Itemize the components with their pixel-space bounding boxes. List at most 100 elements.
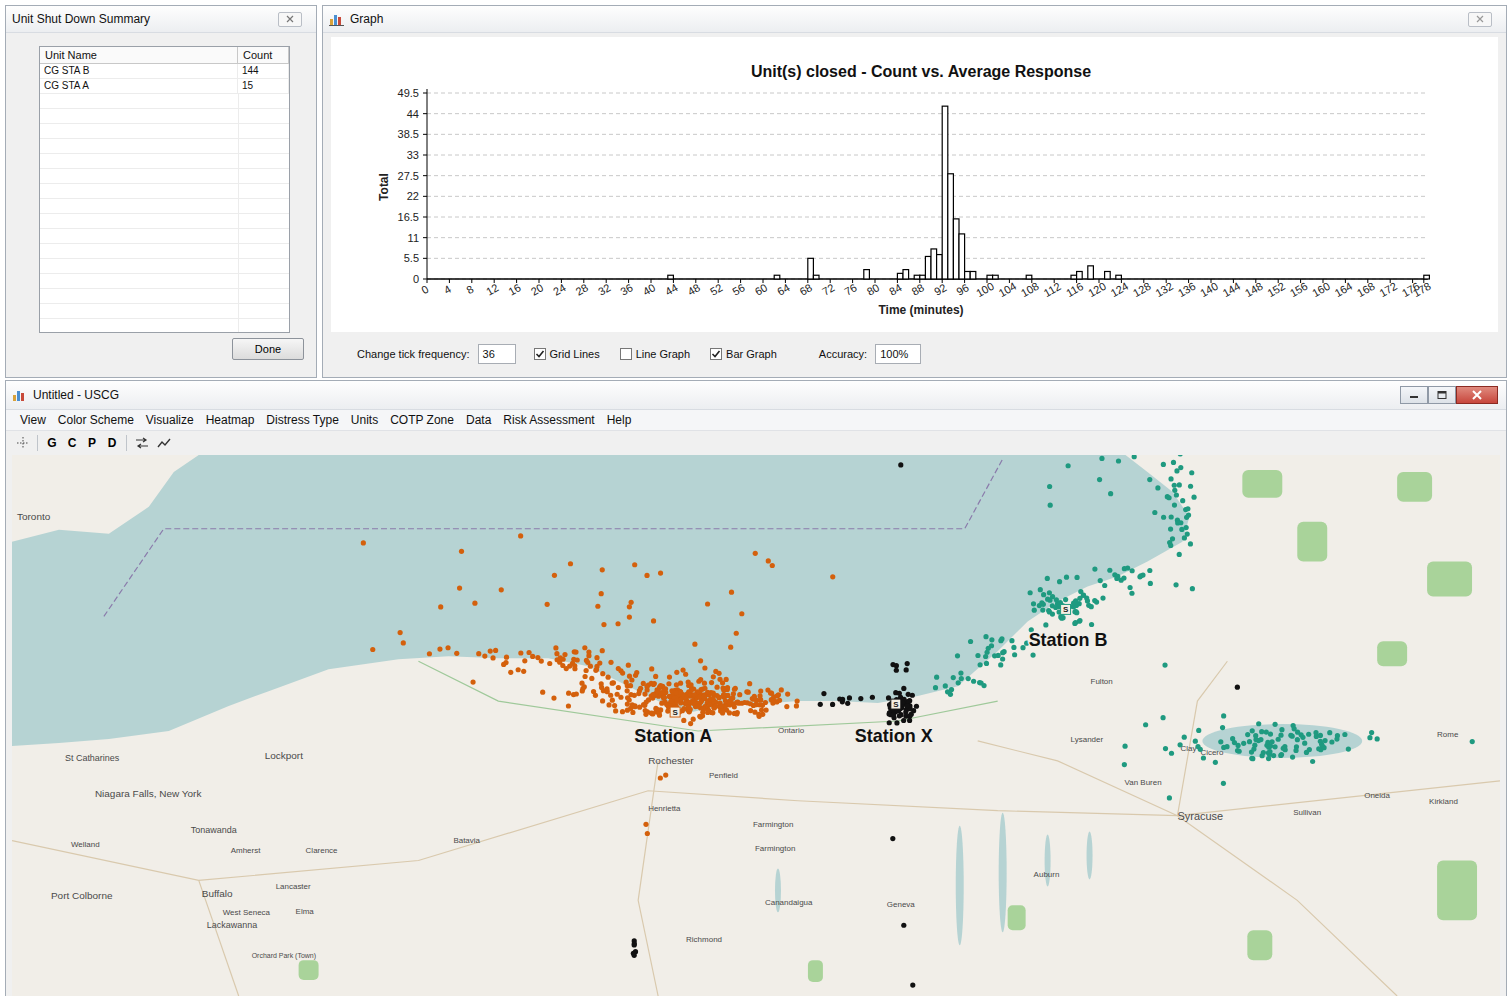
incident-dot[interactable] [1247,739,1252,744]
incident-dot[interactable] [630,710,635,715]
incident-dot[interactable] [1073,620,1078,625]
incident-dot[interactable] [649,666,654,671]
incident-dot[interactable] [999,636,1004,641]
incident-dot[interactable] [992,653,997,658]
incident-dot[interactable] [1081,593,1086,598]
incident-dot[interactable] [1367,735,1372,740]
bar[interactable] [931,249,937,279]
incident-dot[interactable] [983,634,988,639]
incident-dot[interactable] [1175,520,1180,525]
done-button[interactable]: Done [232,338,304,360]
incident-dot[interactable] [1148,581,1153,586]
incident-dot[interactable] [626,663,631,668]
toolbar-button[interactable]: G [43,434,61,452]
incident-dot[interactable] [845,701,850,706]
incident-dot[interactable] [1152,510,1157,515]
incident-dot[interactable] [1168,476,1173,481]
incident-dot[interactable] [1282,744,1287,749]
incident-dot[interactable] [897,691,902,696]
incident-dot[interactable] [1310,759,1315,764]
incident-dot[interactable] [370,647,375,652]
incident-dot[interactable] [1259,729,1264,734]
incident-dot[interactable] [501,662,506,667]
incident-dot[interactable] [582,684,587,689]
incident-dot[interactable] [1127,585,1132,590]
incident-dot[interactable] [1074,575,1079,580]
bar[interactable] [987,275,993,279]
checkbox-icon[interactable] [710,348,722,360]
incident-dot[interactable] [625,688,630,693]
column-header[interactable]: Count [238,47,289,63]
incident-dot[interactable] [674,670,679,675]
incident-dot[interactable] [904,667,909,672]
incident-dot[interactable] [522,658,527,663]
incident-dot[interactable] [1266,756,1271,761]
incident-dot[interactable] [627,697,632,702]
incident-dot[interactable] [1064,575,1069,580]
incident-dot[interactable] [1293,748,1298,753]
incident-dot[interactable] [729,590,734,595]
incident-dot[interactable] [1185,532,1190,537]
table-row[interactable]: CG STA B144 [40,64,289,79]
incident-dot[interactable] [1316,746,1321,751]
incident-dot[interactable] [530,654,535,659]
toolbar-button[interactable]: D [103,434,121,452]
incident-dot[interactable] [490,655,495,660]
incident-dot[interactable] [547,661,552,666]
incident-dot[interactable] [667,694,672,699]
incident-dot[interactable] [398,630,403,635]
incident-dot[interactable] [756,712,761,717]
incident-dot[interactable] [600,698,605,703]
accuracy-field[interactable]: 100% [875,344,921,364]
incident-dot[interactable] [898,462,903,467]
checkbox-icon[interactable] [534,348,546,360]
incident-dot[interactable] [1122,744,1127,749]
incident-dot[interactable] [1279,752,1284,757]
incident-dot[interactable] [1122,762,1127,767]
incident-dot[interactable] [584,668,589,673]
incident-dot[interactable] [1470,739,1475,744]
incident-dot[interactable] [595,604,600,609]
incident-dot[interactable] [1295,737,1300,742]
incident-dot[interactable] [655,707,660,712]
toolbar-button[interactable]: P [83,434,101,452]
incident-dot[interactable] [1155,485,1160,490]
bar[interactable] [970,271,976,279]
incident-dot[interactable] [1249,756,1254,761]
incident-dot[interactable] [600,567,605,572]
bar[interactable] [668,275,674,279]
incident-dot[interactable] [627,604,632,609]
incident-dot[interactable] [949,687,954,692]
incident-dot[interactable] [989,643,994,648]
incident-dot[interactable] [714,685,719,690]
incident-dot[interactable] [887,720,892,725]
incident-dot[interactable] [606,675,611,680]
station[interactable]: SStation A [634,707,712,746]
incident-dot[interactable] [770,563,775,568]
incident-dot[interactable] [748,701,753,706]
bar[interactable] [948,174,954,279]
incident-dot[interactable] [1040,608,1045,613]
incident-dot[interactable] [733,686,738,691]
incident-dot[interactable] [910,982,915,987]
incident-dot[interactable] [1102,583,1107,588]
incident-dot[interactable] [907,718,912,723]
incident-dot[interactable] [784,704,789,709]
bar[interactable] [1026,275,1032,279]
incident-dot[interactable] [830,574,835,579]
column-header[interactable]: Unit Name [40,47,238,63]
map[interactable]: TorontoSt CatharinesLockportNiagara Fall… [12,455,1500,996]
incident-dot[interactable] [1237,749,1242,754]
checkbox-option[interactable]: Line Graph [620,348,690,360]
menu-item[interactable]: Heatmap [200,413,261,427]
incident-dot[interactable] [769,691,774,696]
incident-dot[interactable] [1045,597,1050,602]
station-marker[interactable] [670,707,680,717]
incident-dot[interactable] [1169,751,1174,756]
incident-dot[interactable] [663,772,668,777]
incident-dot[interactable] [661,696,666,701]
incident-dot[interactable] [445,645,450,650]
incident-dot[interactable] [620,670,625,675]
incident-dot[interactable] [1256,721,1261,726]
incident-dot[interactable] [401,640,406,645]
